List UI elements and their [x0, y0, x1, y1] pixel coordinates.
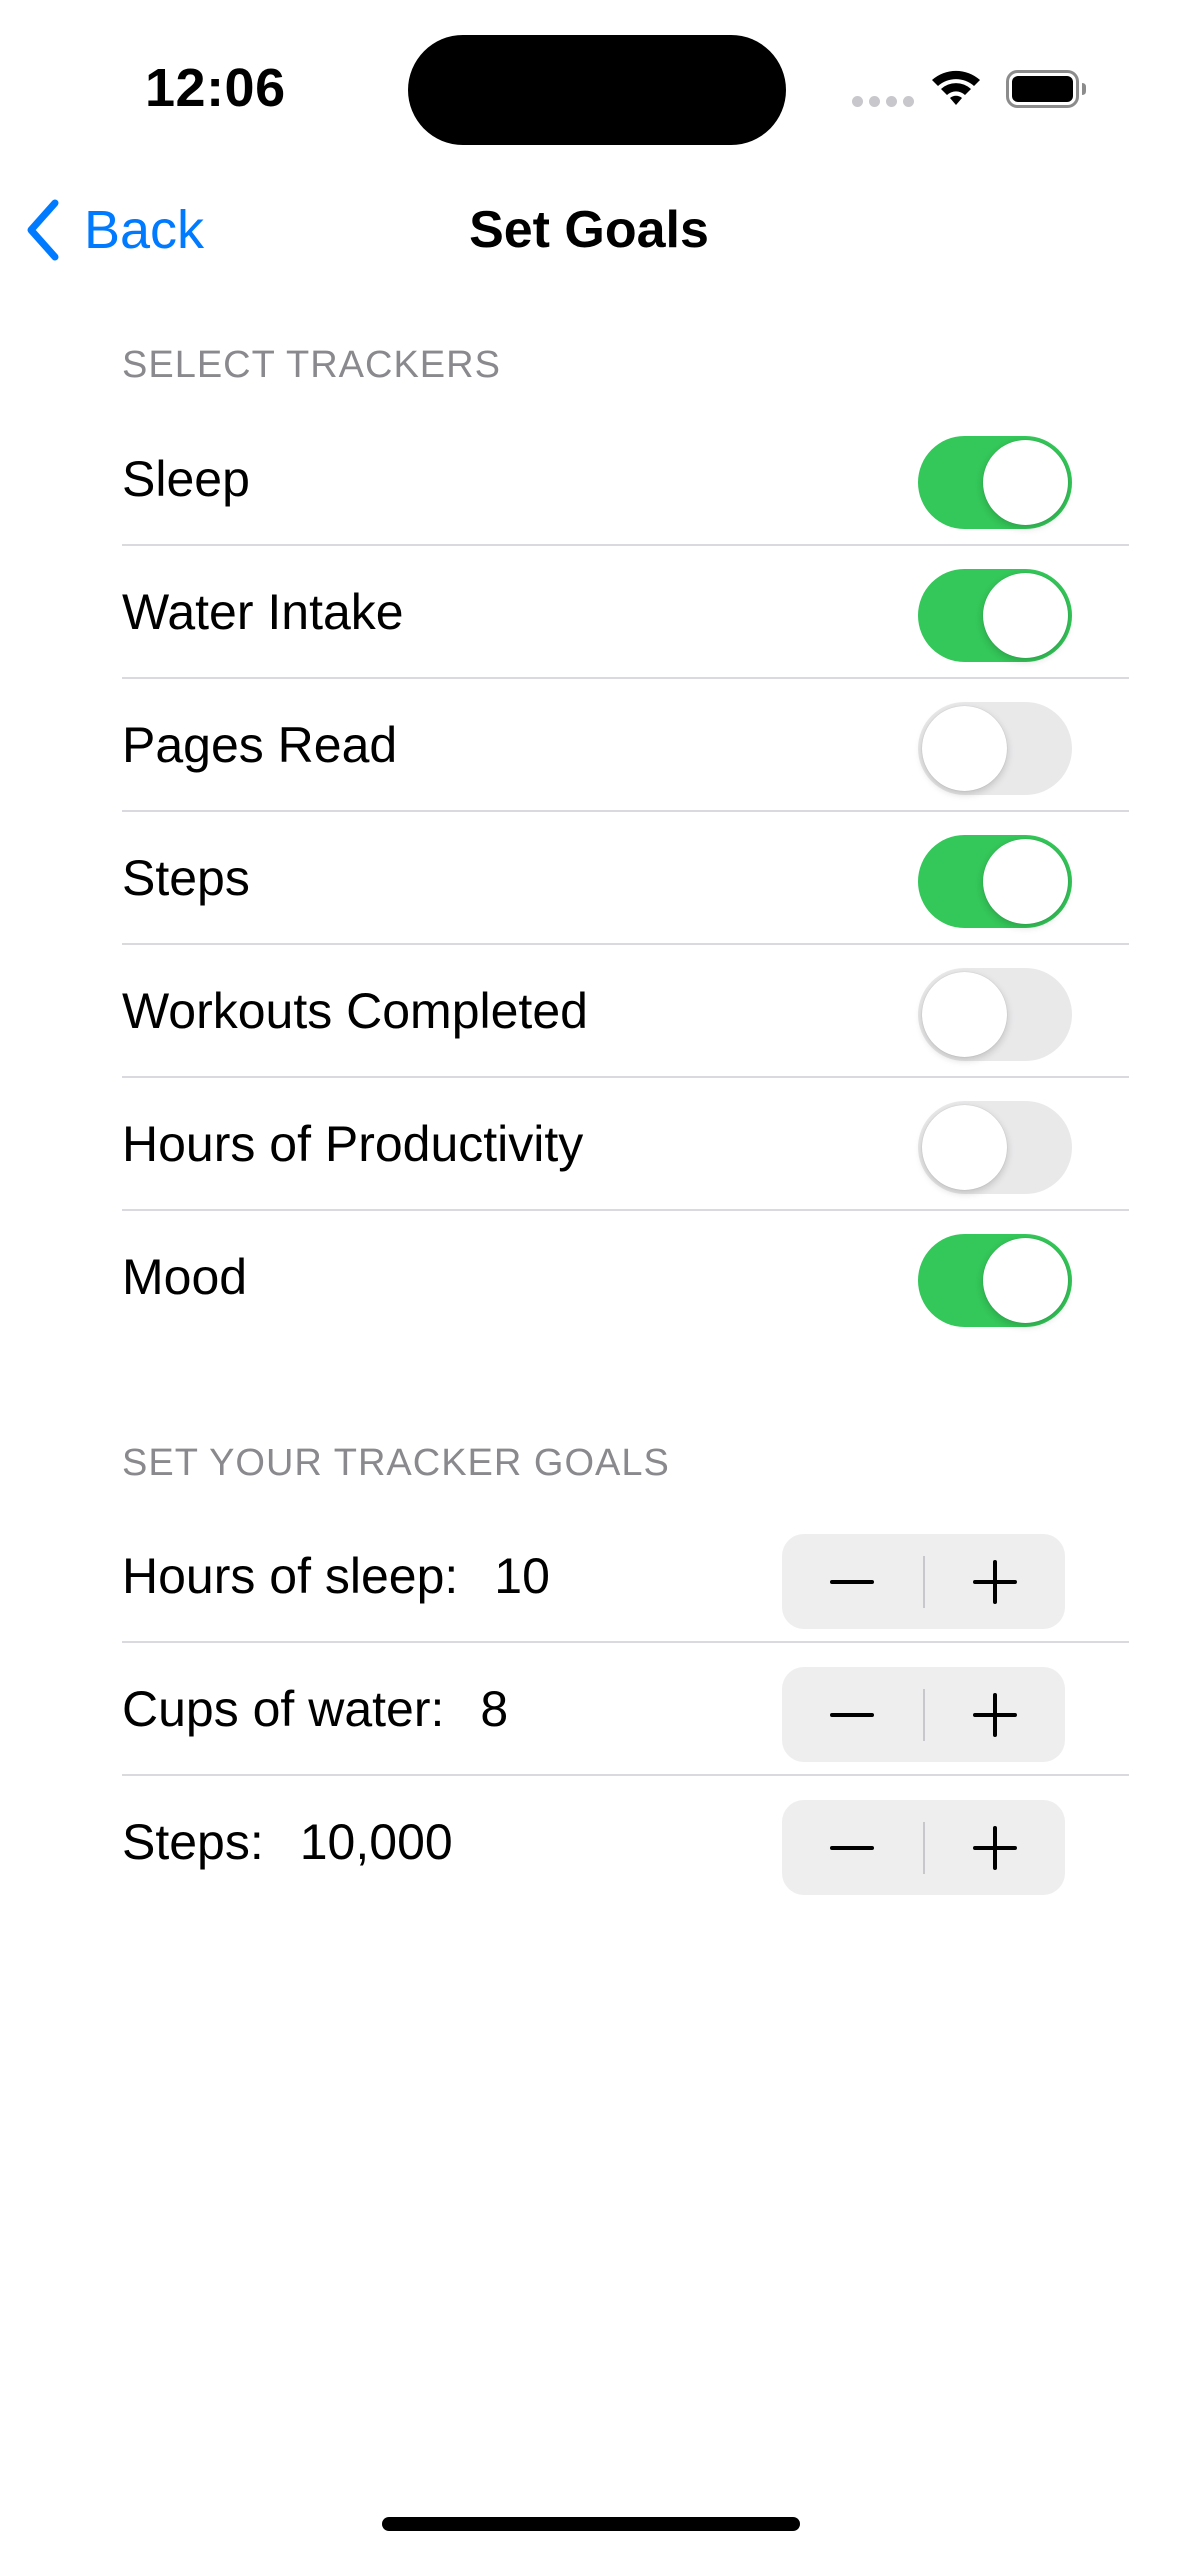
toggle-steps[interactable] — [918, 835, 1072, 928]
toggle-sleep[interactable] — [918, 436, 1072, 529]
status-bar-time: 12:06 — [145, 58, 286, 118]
toggle-knob — [983, 839, 1068, 924]
increment-button[interactable] — [925, 1800, 1066, 1895]
page-title: Set Goals — [469, 201, 709, 259]
toggle-knob — [983, 573, 1068, 658]
tracker-label: Mood — [122, 1249, 248, 1305]
minus-icon — [830, 1712, 875, 1717]
tracker-row-pages-read: Pages Read — [122, 679, 1129, 812]
decrement-button[interactable] — [782, 1534, 923, 1629]
toggle-knob — [983, 440, 1068, 525]
tracker-row-mood: Mood — [122, 1211, 1129, 1344]
plus-icon — [972, 1825, 1017, 1870]
tracker-row-water-intake: Water Intake — [122, 546, 1129, 679]
stepper-steps — [782, 1800, 1065, 1895]
goal-label: Hours of sleep: 10 — [122, 1510, 550, 1643]
dynamic-island — [408, 35, 786, 145]
section-header-select-trackers: SELECT TRACKERS — [122, 344, 501, 386]
goal-row-cups-of-water: Cups of water: 8 — [122, 1643, 1129, 1776]
toggle-knob — [922, 972, 1007, 1057]
goal-label-text: Steps: — [122, 1814, 264, 1870]
toggle-water-intake[interactable] — [918, 569, 1072, 662]
goal-label-text: Cups of water: — [122, 1681, 445, 1737]
increment-button[interactable] — [925, 1534, 1066, 1629]
toggle-workouts-completed[interactable] — [918, 968, 1072, 1061]
toggle-knob — [922, 706, 1007, 791]
goal-label: Cups of water: 8 — [122, 1643, 508, 1776]
stepper-cups-of-water — [782, 1667, 1065, 1762]
cell-signal-icon — [852, 96, 914, 108]
tracker-row-sleep: Sleep — [122, 413, 1129, 546]
goal-label: Steps: 10,000 — [122, 1776, 453, 1909]
tracker-row-steps: Steps — [122, 812, 1129, 945]
tracker-label: Hours of Productivity — [122, 1116, 584, 1172]
goal-label-text: Hours of sleep: — [122, 1548, 459, 1604]
tracker-list: Sleep Water Intake Pages Read Steps Work… — [122, 413, 1129, 1344]
toggle-hours-of-productivity[interactable] — [918, 1101, 1072, 1194]
battery-icon — [1006, 70, 1086, 108]
goal-list: Hours of sleep: 10 Cups of water: 8 Steps:… — [122, 1510, 1129, 1909]
decrement-button[interactable] — [782, 1800, 923, 1895]
tracker-row-hours-of-productivity: Hours of Productivity — [122, 1078, 1129, 1211]
goal-value: 10,000 — [299, 1814, 453, 1870]
home-indicator[interactable] — [382, 2517, 800, 2531]
toggle-pages-read[interactable] — [918, 702, 1072, 795]
tracker-row-workouts-completed: Workouts Completed — [122, 945, 1129, 1078]
minus-icon — [830, 1845, 875, 1850]
toggle-knob — [983, 1238, 1068, 1323]
tracker-label: Workouts Completed — [122, 983, 588, 1039]
back-button[interactable]: Back — [22, 190, 222, 270]
goal-row-hours-of-sleep: Hours of sleep: 10 — [122, 1510, 1129, 1643]
decrement-button[interactable] — [782, 1667, 923, 1762]
section-header-tracker-goals: SET YOUR TRACKER GOALS — [122, 1442, 670, 1484]
chevron-left-icon — [27, 199, 59, 261]
wifi-icon — [932, 70, 980, 105]
increment-button[interactable] — [925, 1667, 1066, 1762]
toggle-knob — [922, 1105, 1007, 1190]
goal-value: 8 — [480, 1681, 509, 1737]
toggle-mood[interactable] — [918, 1234, 1072, 1327]
minus-icon — [830, 1579, 875, 1584]
goal-value: 10 — [494, 1548, 550, 1604]
stepper-hours-of-sleep — [782, 1534, 1065, 1629]
tracker-label: Steps — [122, 850, 250, 906]
back-button-label: Back — [84, 200, 205, 260]
goal-row-steps: Steps: 10,000 — [122, 1776, 1129, 1909]
tracker-label: Sleep — [122, 451, 250, 507]
plus-icon — [972, 1692, 1017, 1737]
tracker-label: Water Intake — [122, 584, 404, 640]
plus-icon — [972, 1559, 1017, 1604]
tracker-label: Pages Read — [122, 717, 398, 773]
